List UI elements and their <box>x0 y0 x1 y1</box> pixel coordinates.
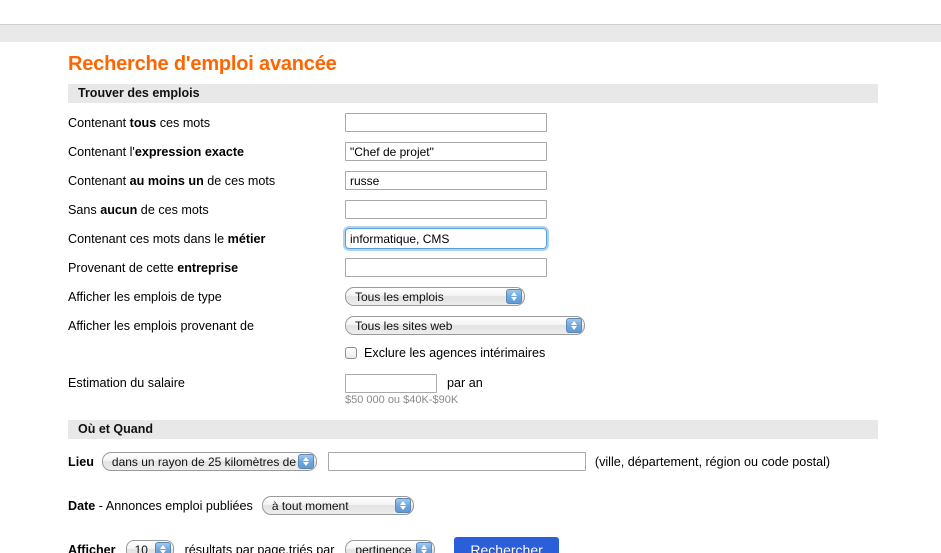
row-exclude-agency[interactable]: Exclure les agences intérimaires <box>345 340 941 366</box>
label-job-title-pre: Contenant ces mots dans le <box>68 231 228 246</box>
input-salary[interactable] <box>345 373 437 393</box>
row-company: Provenant de cette entreprise <box>68 253 941 282</box>
row-location: Lieu dans un rayon de 25 kilomètres de (… <box>68 447 941 476</box>
input-any-words[interactable] <box>345 171 547 190</box>
label-company-bold: entreprise <box>177 260 239 275</box>
hint-location-format: (ville, département, région ou code post… <box>594 454 831 469</box>
label-display: Afficher <box>68 542 116 553</box>
label-all-words-bold: tous <box>129 115 157 130</box>
label-none-words-bold: aucun <box>100 202 138 217</box>
select-job-source-value: Tous les sites web <box>355 318 453 333</box>
browser-top-white-band <box>0 0 941 24</box>
row-salary: Estimation du salaire par an <box>68 366 941 400</box>
label-exclude-agency: Exclure les agences intérimaires <box>364 346 546 360</box>
row-exact-phrase: Contenant l'expression exacte <box>68 137 941 166</box>
select-results-per-page[interactable]: 10 <box>125 540 174 553</box>
select-location-radius[interactable]: dans un rayon de 25 kilomètres de <box>101 452 317 471</box>
stepper-arrows-icon[interactable] <box>566 318 582 333</box>
browser-toolbar-band <box>0 24 941 42</box>
label-location: Lieu <box>68 454 94 469</box>
label-company-pre: Provenant de cette <box>68 260 178 275</box>
label-all-words: Contenant tous ces mots <box>68 116 345 130</box>
label-date: Date - Annonces emploi publiées <box>68 499 253 513</box>
label-job-source: Afficher les emplois provenant de <box>68 318 254 333</box>
select-job-source[interactable]: Tous les sites web <box>345 316 585 335</box>
select-location-radius-value: dans un rayon de 25 kilomètres de <box>111 454 297 469</box>
row-all-words: Contenant tous ces mots <box>68 108 941 137</box>
row-job-type: Afficher les emplois de type Tous les em… <box>68 282 941 311</box>
stepper-arrows-icon[interactable] <box>394 498 411 513</box>
stepper-arrows-icon[interactable] <box>506 289 522 304</box>
label-any-words-bold: au moins un <box>129 173 204 188</box>
select-sort-by-value: pertinence <box>355 542 412 553</box>
label-exact-phrase: Contenant l'expression exacte <box>68 145 345 159</box>
label-exact-phrase-pre: Contenant l' <box>68 144 135 159</box>
input-all-words[interactable] <box>345 113 547 132</box>
label-any-words-pre: Contenant <box>68 173 130 188</box>
input-none-words[interactable] <box>345 200 547 219</box>
stepper-arrows-icon[interactable] <box>297 454 314 469</box>
select-sort-by[interactable]: pertinence <box>345 540 436 553</box>
select-date-posted-value: à tout moment <box>271 498 349 513</box>
label-job-type: Afficher les emplois de type <box>68 289 222 304</box>
section-header-find-jobs: Trouver des emplois <box>68 84 878 103</box>
stepper-arrows-icon[interactable] <box>416 542 433 553</box>
row-none-words: Sans aucun de ces mots <box>68 195 941 224</box>
select-date-posted[interactable]: à tout moment <box>261 496 414 515</box>
row-job-title: Contenant ces mots dans le métier <box>68 224 941 253</box>
row-display-options: Afficher 10 résultats par page,triés par… <box>68 535 941 553</box>
select-results-per-page-value: 10 <box>134 542 148 553</box>
label-job-title: Contenant ces mots dans le métier <box>68 232 345 246</box>
row-job-source: Afficher les emplois provenant de Tous l… <box>68 311 941 340</box>
advanced-job-search-page: Recherche d'emploi avancée Trouver des e… <box>0 0 941 553</box>
label-any-words-post: de ces mots <box>203 173 276 188</box>
label-none-words-pre: Sans <box>68 202 101 217</box>
label-job-title-bold: métier <box>227 231 266 246</box>
label-date-rest: - Annonces emploi publiées <box>95 498 253 513</box>
row-date: Date - Annonces emploi publiées à tout m… <box>68 491 941 520</box>
page-title: Recherche d'emploi avancée <box>68 53 337 75</box>
label-salary: Estimation du salaire <box>68 376 185 390</box>
input-job-title[interactable] <box>345 228 547 249</box>
label-none-words: Sans aucun de ces mots <box>68 203 345 217</box>
input-location[interactable] <box>327 452 586 471</box>
checkbox-exclude-agency[interactable] <box>345 347 357 359</box>
label-all-words-post: ces mots <box>156 115 211 130</box>
input-exact-phrase[interactable] <box>345 142 547 161</box>
input-company[interactable] <box>345 258 547 277</box>
label-all-words-pre: Contenant <box>68 115 130 130</box>
label-company: Provenant de cette entreprise <box>68 261 345 275</box>
row-any-words: Contenant au moins un de ces mots <box>68 166 941 195</box>
label-exact-phrase-bold: expression exacte <box>134 144 245 159</box>
page-content: Recherche d'emploi avancée Trouver des e… <box>0 42 941 553</box>
select-job-type-value: Tous les emplois <box>355 289 444 304</box>
stepper-arrows-icon[interactable] <box>154 542 171 553</box>
label-results-per-page: résultats par page,triés par <box>184 542 335 553</box>
select-job-type[interactable]: Tous les emplois <box>345 287 525 306</box>
label-date-bold: Date <box>68 498 96 513</box>
label-any-words: Contenant au moins un de ces mots <box>68 174 345 188</box>
search-button[interactable]: Rechercher <box>454 536 559 553</box>
label-none-words-post: de ces mots <box>137 202 209 217</box>
label-salary-suffix: par an <box>447 376 483 390</box>
section-header-where-when: Où et Quand <box>68 420 878 439</box>
